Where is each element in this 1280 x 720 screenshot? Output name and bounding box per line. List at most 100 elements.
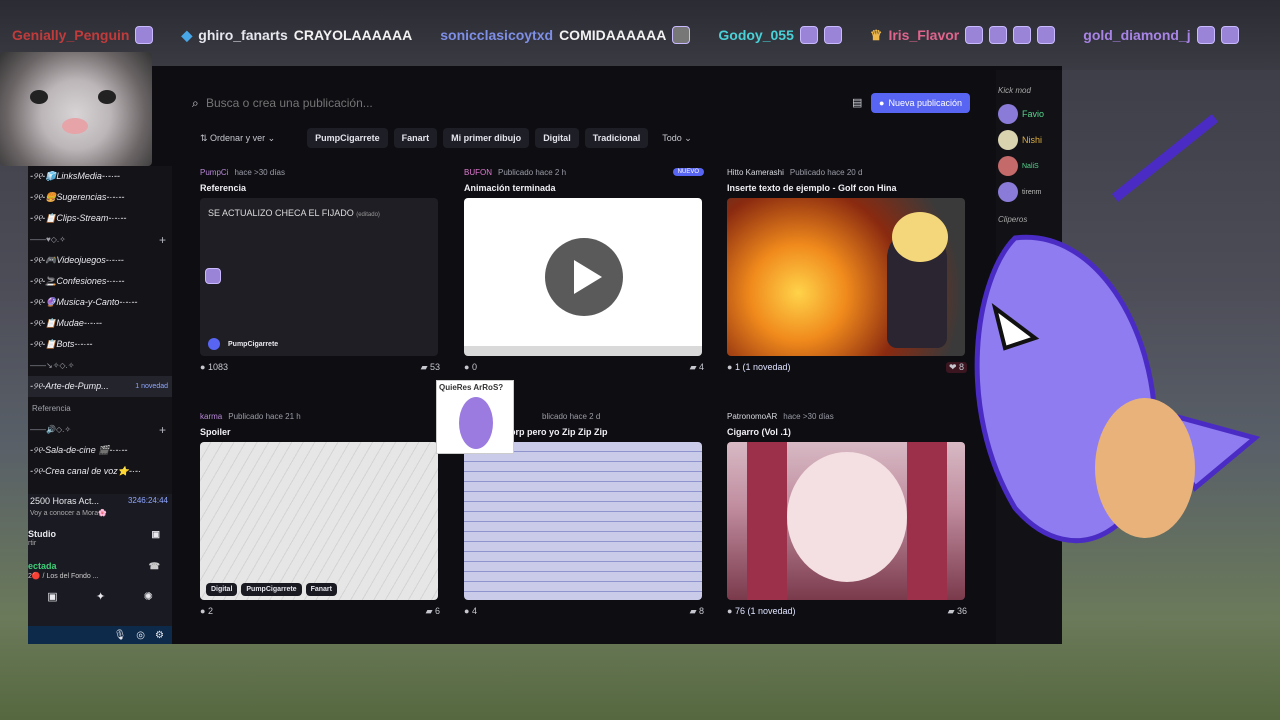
disconnect-icon[interactable]: ☎ — [149, 561, 160, 572]
all-label: Todo — [662, 133, 682, 143]
tag-filter[interactable]: Tradicional — [584, 128, 649, 148]
member-item[interactable]: Favio — [996, 101, 1062, 127]
post-tag[interactable]: Digital — [206, 583, 238, 596]
new-post-label: Nueva publicación — [888, 98, 962, 108]
video-preview[interactable] — [464, 198, 702, 356]
emote-icon — [989, 26, 1008, 44]
member-item[interactable]: Nishi — [996, 127, 1062, 153]
emote-icon — [1013, 26, 1032, 44]
channel-item-active[interactable]: -୨୧-Arte-de-Pump... 1 novedad — [28, 376, 172, 397]
search-input[interactable] — [206, 96, 806, 110]
member-list: Kick mod Favio Nishi NaliS tirenm Cliper… — [996, 70, 1062, 644]
channel-item[interactable]: -୨୧-🔮Musica-y-Canto-·-·-- — [28, 292, 172, 313]
member-item[interactable]: tirenm — [996, 179, 1062, 205]
new-post-button[interactable]: ● Nueva publicación — [871, 93, 970, 113]
activity-icon[interactable]: ✦ — [96, 590, 105, 603]
channel-item[interactable]: -୨୧-Crea canal de voz⭐-·-· — [28, 461, 172, 482]
voice-controls: ▣ ✦ ✺ — [28, 590, 172, 603]
chevron-down-icon: ⌄ — [681, 132, 692, 143]
sort-dropdown[interactable]: ⇅ Ordenar y ver ⌄ — [192, 128, 283, 148]
category-label: ——🔊◇.✧ — [30, 425, 72, 434]
channel-label: -୨୧-Arte-de-Pump... — [30, 381, 109, 391]
member-item[interactable]: Nalgon — [996, 230, 1062, 256]
avatar — [998, 182, 1018, 202]
channel-item[interactable]: -୨୧-📋Mudae-·-·-- — [28, 313, 172, 334]
all-tags-dropdown[interactable]: Todo ⌄ — [654, 128, 700, 148]
channel-item[interactable]: -୨୧-Sala-de-cine 🎬-·-·-- — [28, 440, 172, 461]
channel-item[interactable]: -୨୧-🧊LinksMedia-·-·-- — [28, 166, 172, 187]
post-stats: ● 2 ▰ 6 — [200, 606, 440, 617]
soundboard-icon[interactable]: ✺ — [144, 590, 153, 603]
new-badge: NUEVO — [672, 168, 704, 176]
channel-item[interactable]: -୨୧-🍔Sugerencias-·-·-- — [28, 187, 172, 208]
add-channel-icon[interactable]: + — [159, 233, 166, 247]
reaction-count[interactable]: ▰ 6 — [426, 606, 440, 617]
unread-badge: 1 novedad — [135, 383, 168, 390]
post-card[interactable]: PatronomoAR hace >30 días Cigarro (Vol .1… — [727, 412, 967, 617]
channel-item[interactable]: -୨୧-📋Clips-Stream-·-·-- — [28, 208, 172, 229]
voice-channel-name: 2🔴 / Los del Fondo ... — [28, 573, 99, 580]
post-meta: PatronomoAR hace >30 días — [727, 412, 967, 424]
category-header[interactable]: ——🔊◇.✧ + — [28, 419, 172, 440]
post-card[interactable]: Hitto Kamerashi Publicado hace 20 d Inser… — [727, 168, 967, 373]
post-tag[interactable]: PumpCigarrete — [241, 583, 302, 596]
ticker-item: ♛ Iris_Flavor — [869, 26, 1056, 44]
post-card[interactable]: PumpCi hace >30 días Referencia SE ACTUAL… — [200, 168, 440, 373]
channel-item[interactable]: -୨୧-🚬Confesiones-·-·-- — [28, 271, 172, 292]
image-preview[interactable] — [727, 198, 965, 356]
thread-item[interactable]: Referencia — [28, 397, 172, 419]
add-channel-icon[interactable]: + — [159, 423, 166, 437]
ticker-user: ghiro_fanarts — [198, 27, 288, 43]
post-preview: SE ACTUALIZO CHECA EL FIJADO (editado) P… — [200, 198, 438, 356]
emote-icon — [799, 26, 818, 44]
channel-item[interactable]: -୨୧-🎮Videojuegos-·-·-- — [28, 250, 172, 271]
member-name: tirenm — [1022, 188, 1042, 196]
reaction-count[interactable]: ❤ 8 — [945, 362, 967, 373]
reaction-count[interactable]: ▰ 36 — [948, 606, 967, 617]
member-item[interactable]: NaliS — [996, 153, 1062, 179]
server-icon — [208, 338, 220, 350]
post-guidelines-icon[interactable]: ▤ — [852, 96, 866, 110]
ticker-message: COMIDAAAAAA — [559, 27, 667, 43]
tag-filter[interactable]: Mi primer dibujo — [443, 128, 530, 148]
emote-icon — [1037, 26, 1056, 44]
camera-icon[interactable]: ▣ — [47, 590, 57, 603]
role-header: Cliperos — [998, 215, 1028, 224]
user-panel: 2500 Horas Act... 3246:24:44 Voy a conoc… — [28, 494, 172, 644]
post-title: Spoiler — [200, 427, 231, 437]
tag-filter[interactable]: Fanart — [393, 128, 438, 148]
channel-item[interactable]: -୨୧-📋Bots-·-·-- — [28, 334, 172, 355]
role-header: Kick mod — [998, 86, 1031, 95]
post-author: karma — [200, 412, 223, 421]
reaction-count[interactable]: ▰ 4 — [690, 362, 704, 373]
settings-gear-icon[interactable]: ⚙ — [155, 630, 164, 641]
post-card[interactable]: karma Publicado hace 21 h Spoiler Digital… — [200, 412, 440, 617]
category-header[interactable]: ——♥◇.✧ + — [28, 229, 172, 250]
category-header[interactable]: ——↘✧◇.✧ — [28, 355, 172, 376]
crown-icon: ♛ — [869, 26, 883, 43]
activity-row: 2500 Horas Act... 3246:24:44 — [28, 494, 172, 506]
ticker-item: Godoy_055 — [718, 26, 842, 44]
screen-share-icon[interactable]: ▣ — [151, 529, 160, 540]
post-stats: ● 1 (1 novedad) ❤ 8 — [727, 362, 967, 373]
play-icon[interactable] — [545, 238, 623, 316]
image-preview[interactable]: Digital PumpCigarrete Fanart — [200, 442, 438, 600]
post-meta: Hitto Kamerashi Publicado hace 20 d — [727, 168, 967, 180]
comment-count: ● 4 — [464, 606, 477, 616]
tag-filter[interactable]: PumpCigarrete — [307, 128, 388, 148]
post-tag[interactable]: Fanart — [305, 583, 337, 596]
sort-icon: ⇅ — [200, 132, 211, 143]
headphones-icon[interactable]: ◎ — [136, 630, 145, 641]
reaction-count[interactable]: ▰ 53 — [421, 362, 440, 373]
tag-filter[interactable]: Digital — [535, 128, 579, 148]
image-preview[interactable] — [464, 442, 702, 600]
microphone-icon[interactable]: 🎙 — [114, 630, 127, 641]
studio-row[interactable]: Studio ▣ — [28, 529, 172, 540]
voice-status: ectada — [28, 561, 57, 571]
reaction-count[interactable]: ▰ 8 — [690, 606, 704, 617]
avatar — [998, 156, 1018, 176]
image-preview[interactable] — [727, 442, 965, 600]
forum-area: ⌕ ▤ ●Nueva publicación ⇅ Ordenar y ver ⌄… — [192, 84, 972, 644]
post-title: Cigarro (Vol .1) — [727, 427, 791, 437]
post-card[interactable]: BUFON Publicado hace 2 h NUEVO Animación … — [464, 168, 704, 373]
